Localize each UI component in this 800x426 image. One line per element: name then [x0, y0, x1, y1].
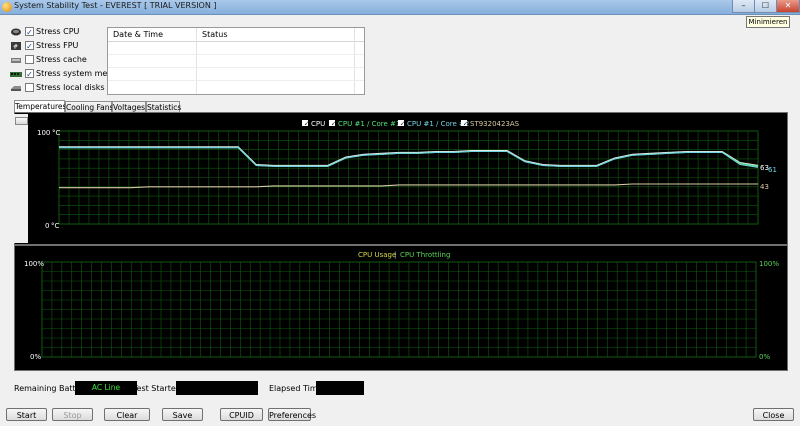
column-status[interactable]: Status: [202, 30, 228, 39]
temperature-chart: ✓ CPU ✓ CPU #1 / Core #1 ✓ CPU #1 / Core…: [37, 120, 777, 230]
legend-separator: |: [394, 251, 396, 259]
window-title: System Stability Test - EVEREST [ TRIAL …: [14, 1, 217, 10]
temperature-grid: [58, 130, 759, 225]
usage-y-bottom-left: 0%: [30, 353, 41, 361]
usage-y-bottom-right: 0%: [759, 353, 770, 361]
stress-fpu-checkbox[interactable]: ✓: [25, 41, 34, 51]
stress-fpu-label: Stress FPU: [36, 41, 79, 50]
usage-y-top-left: 100%: [24, 260, 44, 268]
temperature-zoom-slider[interactable]: [14, 114, 28, 243]
legend-core2: CPU #1 / Core #2: [407, 120, 469, 128]
legend-cpu-usage: CPU Usage: [358, 251, 396, 259]
clear-button[interactable]: Clear: [104, 408, 150, 421]
end-label-core: 61: [768, 166, 777, 174]
legend-check: ✓: [400, 121, 405, 128]
stress-disks-checkbox[interactable]: [25, 83, 34, 92]
end-label-disk: 43: [760, 183, 769, 191]
y-axis-top-unit: °C: [52, 129, 61, 137]
memory-icon: [10, 72, 22, 77]
y-axis-top-label: 100: [37, 129, 50, 137]
start-button[interactable]: Start: [6, 408, 47, 421]
minimize-button[interactable]: –: [732, 0, 755, 13]
cache-icon: [11, 58, 21, 63]
legend-check: ✓: [304, 121, 309, 128]
legend-core1: CPU #1 / Core #1: [338, 120, 400, 128]
save-button[interactable]: Save: [162, 408, 203, 421]
column-divider: [354, 28, 355, 94]
row-divider: [108, 80, 364, 81]
minimize-tooltip: Minimieren: [746, 16, 790, 28]
legend-cpu-throttling: CPU Throttling: [400, 251, 450, 259]
stress-cpu-checkbox[interactable]: ✓: [25, 27, 34, 37]
legend-cpu: CPU: [311, 120, 325, 128]
cpuid-button[interactable]: CPUID: [220, 408, 263, 421]
temperature-legend: ✓ CPU ✓ CPU #1 / Core #1 ✓ CPU #1 / Core…: [302, 120, 520, 128]
stress-option-fpu[interactable]: # ✓ Stress FPU: [8, 40, 118, 53]
temperature-chart-panel: ✓ CPU ✓ CPU #1 / Core #1 ✓ CPU #1 / Core…: [14, 112, 788, 245]
fpu-icon: #: [11, 42, 21, 51]
y-axis-bottom-label: 0: [45, 222, 49, 230]
legend-check: ✓: [463, 121, 468, 128]
row-divider: [108, 67, 364, 68]
legend-disk: ST9320423AS: [470, 120, 520, 128]
maximize-button[interactable]: ☐: [754, 0, 777, 13]
battery-value: AC Line: [75, 381, 137, 395]
stress-cache-checkbox[interactable]: [25, 55, 34, 64]
stress-cache-label: Stress cache: [36, 55, 87, 64]
stress-option-cpu[interactable]: ✓ Stress CPU: [8, 26, 118, 39]
title-bar: System Stability Test - EVEREST [ TRIAL …: [0, 0, 800, 15]
test-started-value: [176, 381, 258, 395]
column-divider: [196, 28, 197, 94]
svg-text:#: #: [13, 44, 18, 51]
preferences-button[interactable]: Preferences: [268, 408, 316, 421]
cpu-icon: [11, 28, 21, 36]
elapsed-time-value: [316, 381, 364, 395]
close-window-button[interactable]: ✕: [776, 0, 800, 13]
cpu-usage-grid: [41, 261, 757, 358]
usage-y-top-right: 100%: [759, 260, 779, 268]
stress-option-disks[interactable]: Stress local disks: [8, 82, 118, 95]
stop-button[interactable]: Stop: [52, 408, 93, 421]
column-date-time[interactable]: Date & Time: [113, 30, 163, 39]
stress-option-memory[interactable]: ✓ Stress system memory: [8, 68, 128, 81]
log-table-header: Date & Time Status: [108, 28, 364, 42]
stress-memory-checkbox[interactable]: ✓: [25, 69, 34, 79]
row-divider: [108, 54, 364, 55]
stress-cpu-label: Stress CPU: [36, 27, 80, 36]
close-button[interactable]: Close: [753, 408, 794, 421]
slider-knob[interactable]: [15, 117, 28, 125]
stress-disks-label: Stress local disks: [36, 83, 105, 92]
app-icon: [2, 2, 12, 12]
disk-icon: [11, 86, 21, 91]
y-axis-bottom-unit: °C: [51, 222, 60, 230]
cpu-usage-chart: CPU Usage | CPU Throttling 100% 0% 100% …: [24, 251, 779, 361]
log-table[interactable]: Date & Time Status: [107, 27, 365, 95]
legend-check: ✓: [331, 121, 336, 128]
cpu-usage-chart-panel: CPU Usage | CPU Throttling 100% 0% 100% …: [14, 245, 788, 371]
stress-option-cache[interactable]: Stress cache: [8, 54, 118, 67]
